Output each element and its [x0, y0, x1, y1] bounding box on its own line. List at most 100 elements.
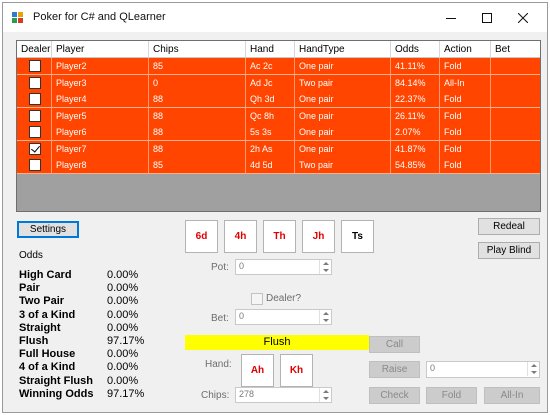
dealer-cell[interactable]: [17, 140, 52, 158]
odds-cell[interactable]: 22.37%: [391, 91, 440, 108]
odds-cell[interactable]: 54.85%: [391, 157, 440, 174]
close-button[interactable]: [505, 3, 541, 32]
column-header-dealer[interactable]: Dealer: [17, 41, 52, 58]
action-cell[interactable]: All-In: [440, 74, 491, 92]
dealer-cell[interactable]: [17, 74, 52, 92]
maximize-icon: [482, 12, 492, 23]
dealer-row-checkbox[interactable]: [29, 60, 41, 72]
odds-cell[interactable]: 26.11%: [391, 107, 440, 125]
action-cell[interactable]: Fold: [440, 140, 491, 158]
hand-cell[interactable]: 2h As: [246, 140, 295, 158]
call-button[interactable]: Call: [369, 336, 420, 353]
dealer-cell[interactable]: [17, 107, 52, 125]
handtype-cell[interactable]: Two pair: [295, 157, 391, 174]
dealer-row-checkbox[interactable]: [29, 109, 41, 122]
dealer-row-checkbox[interactable]: [29, 142, 41, 155]
bet-cell[interactable]: [491, 108, 540, 125]
action-cell[interactable]: Fold: [440, 107, 491, 125]
player-cell[interactable]: Player8: [52, 157, 149, 174]
odds-cell[interactable]: 2.07%: [391, 124, 440, 141]
redeal-button[interactable]: Redeal: [478, 218, 540, 235]
table-row[interactable]: Player8 85 4d 5d Two pair 54.85% Fold: [17, 157, 540, 174]
column-header-chips[interactable]: Chips: [149, 41, 246, 58]
player-cell[interactable]: Player6: [52, 124, 149, 141]
column-header-bet[interactable]: Bet: [491, 41, 540, 58]
column-header-player[interactable]: Player: [52, 41, 149, 58]
handtype-cell[interactable]: One pair: [295, 140, 391, 158]
handtype-cell[interactable]: One pair: [295, 107, 391, 125]
player-cell[interactable]: Player5: [52, 107, 149, 125]
player-cell[interactable]: Player7: [52, 140, 149, 158]
odds-cell[interactable]: 41.87%: [391, 140, 440, 158]
odds-cell[interactable]: 41.11%: [391, 58, 440, 75]
action-cell[interactable]: Fold: [440, 58, 491, 75]
chips-cell[interactable]: 0: [149, 74, 246, 92]
settings-button[interactable]: Settings: [17, 221, 79, 238]
dealer-row-checkbox[interactable]: [29, 126, 41, 138]
raise-spin-arrows[interactable]: [527, 362, 539, 376]
chips-cell[interactable]: 85: [149, 157, 246, 174]
raise-button[interactable]: Raise: [369, 361, 420, 378]
table-row[interactable]: Player4 88 Qh 3d One pair 22.37% Fold: [17, 91, 540, 108]
table-row[interactable]: Player5 88 Qc 8h One pair 26.11% Fold: [17, 107, 540, 125]
maximize-button[interactable]: [469, 3, 505, 32]
hand-cell[interactable]: Ad Jc: [246, 74, 295, 92]
player-cell[interactable]: Player3: [52, 74, 149, 92]
chips-cell[interactable]: 85: [149, 58, 246, 75]
bet-cell[interactable]: [491, 157, 540, 174]
bet-cell[interactable]: [491, 141, 540, 158]
play-blind-button[interactable]: Play Blind: [478, 242, 540, 259]
pot-stepper[interactable]: 0: [235, 259, 332, 275]
column-header-action[interactable]: Action: [440, 41, 491, 58]
dealer-cell[interactable]: [17, 91, 52, 108]
dealer-row-checkbox[interactable]: [29, 93, 41, 105]
table-row[interactable]: Player7 88 2h As One pair 41.87% Fold: [17, 140, 540, 158]
players-grid[interactable]: Dealer Player Chips Hand HandType Odds A…: [16, 40, 541, 212]
handtype-cell[interactable]: One pair: [295, 91, 391, 108]
hand-cell[interactable]: Qc 8h: [246, 107, 295, 125]
action-cell[interactable]: Fold: [440, 91, 491, 108]
column-header-odds[interactable]: Odds: [391, 41, 440, 58]
dealer-row-checkbox[interactable]: [29, 76, 41, 89]
hand-cell[interactable]: Qh 3d: [246, 91, 295, 108]
bet-spin-arrows[interactable]: [319, 310, 331, 324]
column-header-handtype[interactable]: HandType: [295, 41, 391, 58]
chips-cell[interactable]: 88: [149, 124, 246, 141]
table-row[interactable]: Player3 0 Ad Jc Two pair 84.14% All-In: [17, 74, 540, 92]
column-header-hand[interactable]: Hand: [246, 41, 295, 58]
all-in-button[interactable]: All-In: [484, 387, 540, 404]
chips-cell[interactable]: 88: [149, 107, 246, 125]
player-cell[interactable]: Player2: [52, 58, 149, 75]
check-button[interactable]: Check: [369, 387, 420, 404]
bet-cell[interactable]: [491, 91, 540, 108]
dealer-cell[interactable]: [17, 124, 52, 141]
chips-cell[interactable]: 88: [149, 91, 246, 108]
handtype-cell[interactable]: Two pair: [295, 74, 391, 92]
bet-stepper[interactable]: 0: [235, 309, 332, 325]
hand-cell[interactable]: 5s 3s: [246, 124, 295, 141]
chips-stepper[interactable]: 278: [235, 387, 332, 403]
bet-cell[interactable]: [491, 58, 540, 75]
action-cell[interactable]: Fold: [440, 124, 491, 141]
player-cell[interactable]: Player4: [52, 91, 149, 108]
chips-spin-arrows[interactable]: [319, 388, 331, 402]
handtype-cell[interactable]: One pair: [295, 58, 391, 75]
bet-cell[interactable]: [491, 75, 540, 92]
odds-cell[interactable]: 84.14%: [391, 74, 440, 92]
chips-cell[interactable]: 88: [149, 140, 246, 158]
bet-cell[interactable]: [491, 124, 540, 141]
handtype-cell[interactable]: One pair: [295, 124, 391, 141]
hand-cell[interactable]: Ac 2c: [246, 58, 295, 75]
dealer-row-checkbox[interactable]: [29, 159, 41, 171]
dealer-checkbox[interactable]: [251, 293, 263, 305]
raise-stepper[interactable]: 0: [426, 361, 540, 378]
fold-button[interactable]: Fold: [426, 387, 477, 404]
minimize-button[interactable]: [433, 3, 469, 32]
action-cell[interactable]: Fold: [440, 157, 491, 174]
pot-spin-arrows[interactable]: [319, 260, 331, 274]
dealer-cell[interactable]: [17, 157, 52, 174]
hand-cell[interactable]: 4d 5d: [246, 157, 295, 174]
dealer-cell[interactable]: [17, 58, 52, 75]
table-row[interactable]: Player6 88 5s 3s One pair 2.07% Fold: [17, 124, 540, 141]
table-row[interactable]: Player2 85 Ac 2c One pair 41.11% Fold: [17, 58, 540, 75]
